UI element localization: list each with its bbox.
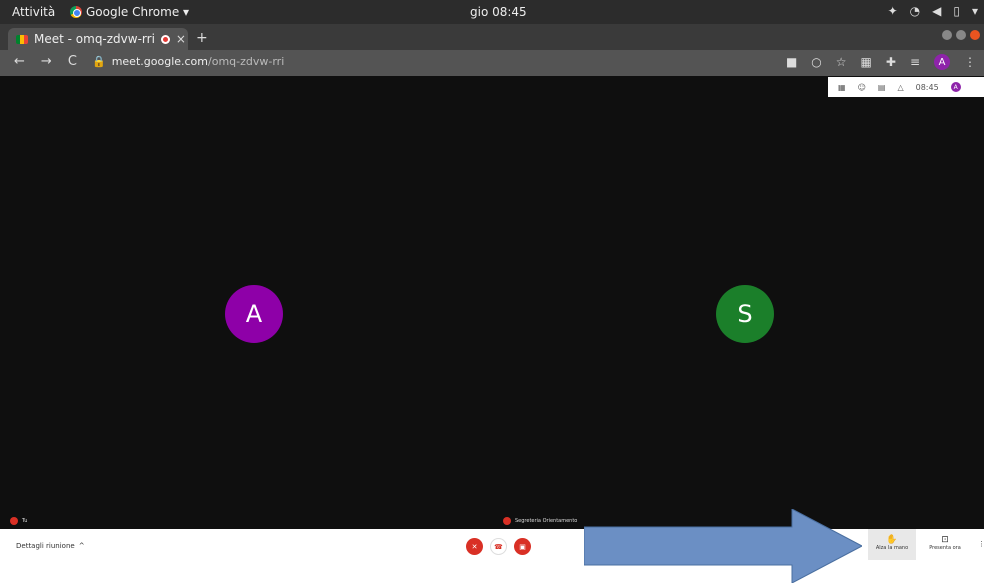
participant-name: Segreteria Orientamento [515,518,578,524]
chrome-icon [70,6,82,18]
close-window-icon[interactable] [970,30,980,40]
media-icon[interactable]: ≡ [910,55,920,69]
participant-label: Tu [10,517,27,525]
participant-avatar: S [716,285,774,343]
hand-icon: ✋ [886,535,898,545]
zoom-icon[interactable]: ○ [811,55,821,69]
battery-icon[interactable]: ▯ [953,4,960,18]
activities-button[interactable]: Attività [12,5,55,19]
tab-strip: Meet - omq-zdvw-rri × + [0,24,984,50]
annotation-arrow [584,509,862,583]
system-top-bar: Attività Google Chrome ▾ gio 08:45 ✦ ◔ ◀… [0,0,984,24]
meeting-details-button[interactable]: Dettagli riunione ^ [16,542,85,550]
present-icon: ⊡ [941,535,949,545]
url-path: /omq-zdvw-rri [208,55,285,68]
system-tray[interactable]: ✦ ◔ ◀ ▯ ▾ [888,4,978,18]
clock[interactable]: gio 08:45 [470,5,527,19]
reload-icon[interactable]: C [68,54,77,69]
tab-meet[interactable]: Meet - omq-zdvw-rri × [8,28,188,50]
grid-icon[interactable]: ▦ [861,55,872,69]
chat-icon[interactable]: ▤ [878,83,886,92]
mic-off-icon [10,517,18,525]
leave-call-button[interactable]: ☎ [490,538,507,555]
close-tab-icon[interactable]: × [176,32,186,46]
participant-avatar: A [225,285,283,343]
tab-title: Meet - omq-zdvw-rri [34,32,155,46]
lock-icon: 🔒 [92,55,106,68]
raise-hand-button[interactable]: ✋ Alza la mano [868,529,916,560]
url-host: meet.google.com [111,55,209,68]
toolbar-actions: ■ ○ ☆ ▦ ✚ ≡ A ⋮ [786,54,976,70]
tray-chevron-icon[interactable]: ▾ [972,4,978,18]
maximize-icon[interactable] [956,30,966,40]
bookmark-star-icon[interactable]: ☆ [836,55,847,69]
app-menu[interactable]: Google Chrome ▾ [70,5,189,19]
new-tab-button[interactable]: + [196,30,208,46]
mic-off-icon [503,517,511,525]
recording-icon [160,34,170,44]
video-stage: A S Tu Segreteria Orientamento [0,76,984,529]
nav-buttons: ← → C [14,54,77,69]
minimize-icon[interactable] [942,30,952,40]
participant-label: Segreteria Orientamento [503,517,577,525]
more-options-icon[interactable]: ⋮ [978,540,984,548]
layout-icon[interactable]: ▦ [838,83,846,92]
present-now-button[interactable]: ⊡ Presenta ora [928,529,962,560]
forward-icon[interactable]: → [41,54,52,69]
meeting-time: 08:45 [915,82,939,92]
wifi-icon[interactable]: ◔ [910,4,920,18]
dropbox-icon[interactable]: ✦ [888,4,898,18]
people-icon[interactable]: ☺ [858,83,866,92]
profile-avatar[interactable]: A [934,54,950,70]
participant-name: Tu [22,518,28,524]
camera-icon[interactable]: ■ [786,55,797,69]
mic-toggle-button[interactable]: ✕ [466,538,483,555]
present-label: Presenta ora [929,545,961,551]
menu-icon[interactable]: ⋮ [964,55,976,69]
self-avatar[interactable]: A [950,82,961,92]
back-icon[interactable]: ← [14,54,25,69]
raise-hand-label: Alza la mano [875,545,909,551]
toolbar: ← → C 🔒 meet.google.com/omq-zdvw-rri ■ ○… [0,50,984,76]
activities-icon[interactable]: △ [897,83,903,92]
chevron-up-icon: ^ [78,542,85,550]
meet-top-toolbar: ▦ ☺ ▤ △ 08:45 A [828,77,984,97]
address-bar[interactable]: 🔒 meet.google.com/omq-zdvw-rri [92,55,284,68]
volume-icon[interactable]: ◀ [932,4,941,18]
meet-logo-icon [16,34,28,44]
window-controls [942,30,980,40]
app-menu-label: Google Chrome ▾ [86,5,190,19]
extensions-icon[interactable]: ✚ [886,55,896,69]
meeting-details-label: Dettagli riunione [16,542,75,550]
camera-toggle-button[interactable]: ▣ [514,538,531,555]
